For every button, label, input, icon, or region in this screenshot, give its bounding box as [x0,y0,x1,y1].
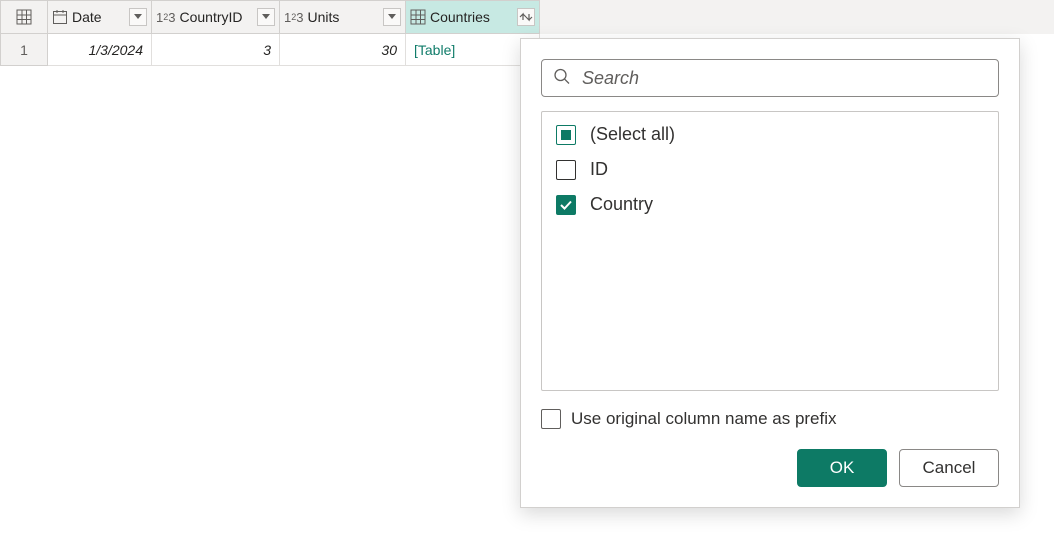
column-picker-list: (Select all) ID Country [541,111,999,391]
filter-button-units[interactable] [383,8,401,26]
checkbox-indeterminate [556,125,576,145]
number-icon: 123 [156,10,175,25]
cell-date[interactable]: 1/3/2024 [48,34,152,66]
filter-button-date[interactable] [129,8,147,26]
search-input[interactable] [541,59,999,97]
expand-columns-popup: (Select all) ID Country Use original col… [520,38,1020,508]
expand-arrows-icon [519,12,533,22]
column-header-row: Date 123 CountryID 123 Units Countries [0,0,1054,34]
expand-button-countries[interactable] [517,8,535,26]
use-prefix-label: Use original column name as prefix [571,409,837,429]
search-icon [553,68,571,89]
column-label: Units [307,9,379,25]
calendar-icon [52,9,68,25]
cell-units[interactable]: 30 [280,34,406,66]
ok-button[interactable]: OK [797,449,887,487]
column-label: Countries [430,9,513,25]
column-header-countryid[interactable]: 123 CountryID [152,0,280,34]
search-field [541,59,999,97]
checkmark-icon [559,198,573,212]
field-id-row[interactable]: ID [556,159,984,180]
number-icon: 123 [284,10,303,25]
column-header-countries[interactable]: Countries [406,0,540,34]
select-all-row[interactable]: (Select all) [556,124,984,145]
cell-countryid[interactable]: 3 [152,34,280,66]
select-all-label: (Select all) [590,124,675,145]
checkbox-unchecked [556,160,576,180]
use-prefix-row[interactable]: Use original column name as prefix [541,409,999,429]
filter-button-countryid[interactable] [257,8,275,26]
table-corner[interactable] [0,0,48,34]
table-icon [16,9,32,25]
table-icon [410,9,426,25]
chevron-down-icon [388,14,396,20]
field-country-row[interactable]: Country [556,194,984,215]
chevron-down-icon [134,14,142,20]
checkbox-unchecked [541,409,561,429]
column-label: CountryID [179,9,253,25]
cancel-button[interactable]: Cancel [899,449,999,487]
column-header-date[interactable]: Date [48,0,152,34]
column-header-units[interactable]: 123 Units [280,0,406,34]
checkbox-checked [556,195,576,215]
field-label: Country [590,194,653,215]
field-label: ID [590,159,608,180]
column-label: Date [72,9,125,25]
dialog-buttons: OK Cancel [541,449,999,487]
row-index[interactable]: 1 [0,34,48,66]
chevron-down-icon [262,14,270,20]
